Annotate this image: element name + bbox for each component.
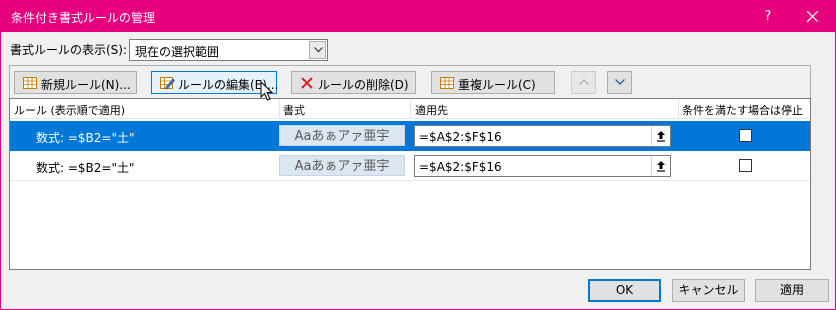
duplicate-rule-label: 重複ルール(C) xyxy=(458,78,536,92)
column-header-rule: ルール (表示順で適用) xyxy=(14,104,126,117)
range-picker-button[interactable] xyxy=(651,127,669,145)
edit-rule-button[interactable]: ルールの編集(E)... xyxy=(151,71,278,94)
range-picker-button[interactable] xyxy=(651,157,669,175)
conditional-formatting-dialog: 条件付き書式ルールの管理 ? 書式ルールの表示(S): 現在の選択範囲 新規ルー… xyxy=(0,0,836,310)
show-rules-dropdown[interactable]: 現在の選択範囲 xyxy=(129,39,328,61)
column-header-format: 書式 xyxy=(283,104,305,117)
column-divider xyxy=(279,99,280,119)
edit-rule-icon xyxy=(160,77,175,90)
rules-toolbar: 新規ルール(N)... ルールの編集(E)... ルールの削除(D) 重複ルール… xyxy=(9,65,811,99)
delete-rule-button[interactable]: ルールの削除(D) xyxy=(291,71,416,94)
rule-row-selected[interactable]: 数式: =$B2="土" Aaあぁアァ亜宇 =$A$2:$F$16 xyxy=(10,121,810,151)
title-bar: 条件付き書式ルールの管理 ? xyxy=(1,1,835,32)
duplicate-rule-icon xyxy=(440,77,454,89)
rule-row[interactable]: 数式: =$B2="土" Aaあぁアァ亜宇 =$A$2:$F$16 xyxy=(10,151,810,181)
close-button[interactable] xyxy=(793,1,833,32)
applies-to-value: =$A$2:$F$16 xyxy=(419,160,502,174)
collapse-dialog-icon xyxy=(657,161,665,172)
ok-button[interactable]: OK xyxy=(588,279,661,302)
delete-x-icon xyxy=(301,77,313,89)
help-button[interactable]: ? xyxy=(753,1,783,32)
mouse-cursor-icon xyxy=(260,81,274,101)
format-preview: Aaあぁアァ亜宇 xyxy=(279,155,405,176)
show-rules-value: 現在の選択範囲 xyxy=(135,45,220,59)
show-rules-label: 書式ルールの表示(S): xyxy=(10,43,128,57)
move-down-button[interactable] xyxy=(607,71,632,94)
dialog-title: 条件付き書式ルールの管理 xyxy=(11,11,156,25)
column-divider xyxy=(410,99,411,119)
rules-grid: ルール (表示順で適用) 書式 適用先 条件を満たす場合は停止 数式: =$B2… xyxy=(9,98,811,270)
close-icon xyxy=(807,11,818,22)
move-up-button[interactable] xyxy=(571,71,596,94)
chevron-down-icon xyxy=(314,47,323,53)
rule-description: 数式: =$B2="土" xyxy=(36,131,135,145)
chevron-down-icon xyxy=(615,79,625,85)
duplicate-rule-button[interactable]: 重複ルール(C) xyxy=(431,71,555,94)
dropdown-arrow-button[interactable] xyxy=(309,41,326,59)
stop-if-true-checkbox[interactable] xyxy=(739,159,752,172)
column-divider xyxy=(678,99,679,119)
grid-header: ルール (表示順で適用) 書式 適用先 条件を満たす場合は停止 xyxy=(10,99,810,119)
collapse-dialog-icon xyxy=(657,131,665,142)
applies-to-value: =$A$2:$F$16 xyxy=(419,130,502,144)
rule-description: 数式: =$B2="土" xyxy=(36,161,135,175)
column-header-stop-if-true: 条件を満たす場合は停止 xyxy=(682,104,803,117)
new-rule-label: 新規ルール(N)... xyxy=(41,78,131,92)
new-rule-icon xyxy=(23,77,37,89)
stop-if-true-checkbox[interactable] xyxy=(739,129,752,142)
chevron-up-icon xyxy=(579,79,589,85)
apply-button[interactable]: 適用 xyxy=(755,279,829,302)
cancel-button[interactable]: キャンセル xyxy=(672,279,745,302)
format-preview: Aaあぁアァ亜宇 xyxy=(279,125,405,146)
applies-to-field[interactable]: =$A$2:$F$16 xyxy=(414,125,671,147)
column-header-applies-to: 適用先 xyxy=(415,104,448,117)
applies-to-field[interactable]: =$A$2:$F$16 xyxy=(414,155,671,177)
delete-rule-label: ルールの削除(D) xyxy=(318,78,409,92)
new-rule-button[interactable]: 新規ルール(N)... xyxy=(14,71,137,94)
